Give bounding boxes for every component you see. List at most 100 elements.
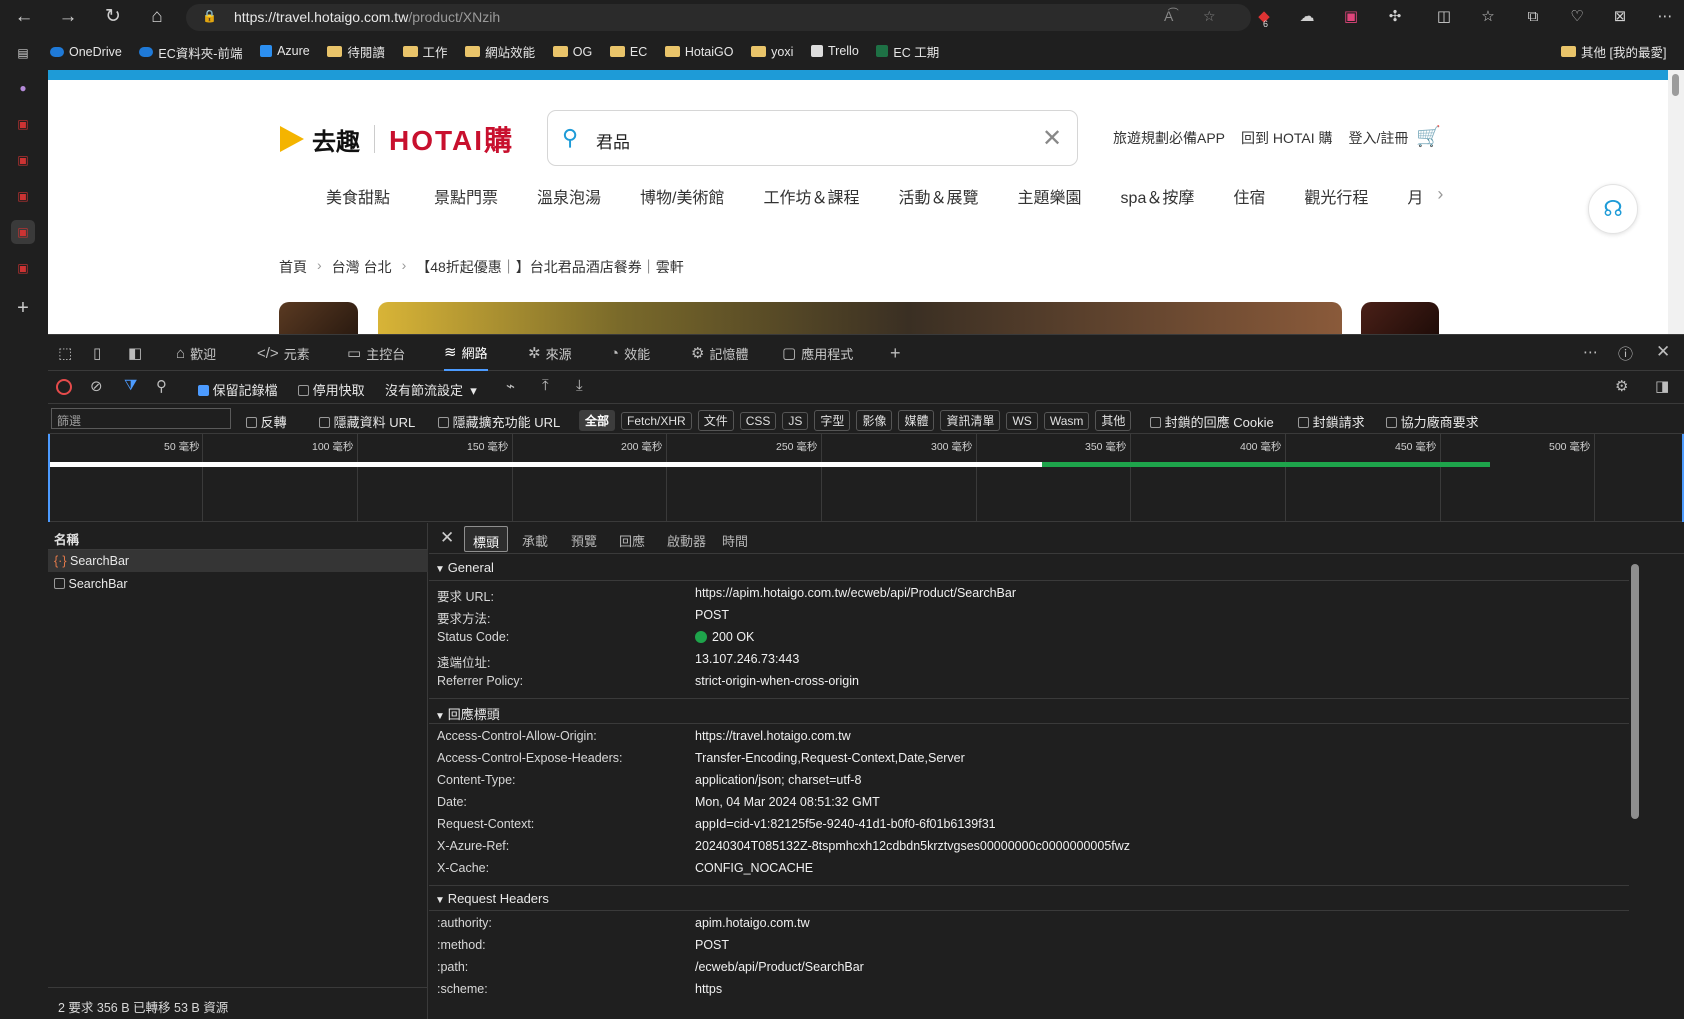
filter-type-media[interactable]: 媒體 [898,410,935,431]
screenshot-icon[interactable]: ⊠ [1609,6,1631,28]
filter-input[interactable]: 篩選 [51,408,231,429]
third-party-checkbox[interactable]: 協力廠商要求 [1386,412,1479,431]
gallery-main-image[interactable] [378,302,1342,334]
import-har-icon[interactable]: ⤒ [542,377,549,394]
login-link[interactable]: 登入/註冊 [1349,128,1409,148]
health-icon[interactable]: ♡ [1566,6,1588,28]
filter-type-doc[interactable]: 文件 [697,410,734,431]
blocked-requests-checkbox[interactable]: 封鎖請求 [1298,412,1365,431]
detail-scrollbar[interactable] [1631,562,1639,1018]
address-bar[interactable]: 🔒 https://travel.hotaigo.com.tw/product/… [186,4,1251,31]
favorites-icon[interactable]: ☆ [1477,6,1499,28]
app-link[interactable]: 旅遊規劃必備APP [1113,128,1225,148]
sidebar-tab-icon[interactable]: ▣ [11,220,35,244]
back-icon[interactable]: ← [12,5,36,29]
invert-checkbox[interactable]: 反轉 [246,412,287,431]
timeline-selection-frame[interactable] [48,434,1684,522]
bookmark-folder-hotaigo[interactable]: HotaiGO [664,38,734,66]
bookmark-trello[interactable]: Trello [810,37,859,65]
sidebar-tab-icon[interactable]: ▣ [11,184,35,208]
tab-performance[interactable]: ◔ 效能 [610,335,650,371]
more-menu-icon[interactable]: ⋯ [1654,6,1676,28]
sidebar-tab-icon[interactable]: ▣ [11,256,35,280]
bookmark-onedrive[interactable]: OneDrive [50,38,122,66]
preserve-log-checkbox[interactable]: 保留記錄檔 [198,380,278,399]
extensions-puzzle-icon[interactable]: ✣ [1384,6,1406,28]
bookmark-folder-reading[interactable]: 待閱讀 [327,38,385,66]
dock-side-icon[interactable]: ◧ [128,344,142,362]
cloud-extension-icon[interactable]: ☁ [1296,6,1318,28]
disable-cache-checkbox[interactable]: 停用快取 [298,380,365,399]
category-item[interactable]: 景點門票 [434,184,498,208]
category-item[interactable]: 月 [1407,184,1423,208]
category-item[interactable]: 住宿 [1233,184,1265,208]
device-emulation-icon[interactable]: ▯ [93,344,101,362]
filter-type-img[interactable]: 影像 [856,410,893,431]
tab-sources[interactable]: ✲ 來源 [528,335,572,371]
collections-icon[interactable]: ⧉ [1522,6,1544,28]
translate-extension-icon[interactable]: ▣ [1340,6,1362,28]
gallery-thumbnail[interactable] [279,302,358,334]
filter-type-manifest[interactable]: 資訊清單 [940,410,1001,431]
more-options-icon[interactable]: ⋯ [1583,343,1598,361]
tab-preview[interactable]: 預覽 [563,523,605,554]
filter-type-font[interactable]: 字型 [814,410,851,431]
tab-elements[interactable]: </> 元素 [257,335,310,371]
category-item[interactable]: 博物/美術館 [640,184,724,208]
tab-response[interactable]: 回應 [611,523,653,554]
forward-icon[interactable]: → [56,5,80,29]
category-item[interactable]: 工作坊＆課程 [764,184,860,208]
site-logo[interactable]: 去趣 HOTAI購 [280,122,514,156]
clear-icon[interactable]: ⊘ [90,377,103,395]
filter-type-ws[interactable]: WS [1006,412,1038,430]
add-tab-icon[interactable]: + [890,343,901,364]
category-item[interactable]: 美食甜點 [326,184,390,208]
export-har-icon[interactable]: ⤓ [576,377,583,394]
category-item[interactable]: 觀光行程 [1304,184,1368,208]
bookmark-folder-ec[interactable]: EC [609,38,647,66]
general-section-header[interactable]: General [429,555,1629,581]
other-favorites-folder[interactable]: 其他 [我的最愛] [1561,37,1666,65]
bookmark-folder-og[interactable]: OG [552,38,592,66]
detail-scrollbar-thumb[interactable] [1631,564,1639,819]
category-item[interactable]: 活動＆展覽 [899,184,979,208]
record-icon[interactable] [56,379,72,395]
request-headers-section-header[interactable]: Request Headers [429,885,1629,911]
refresh-icon[interactable]: ↻ [101,5,125,29]
response-headers-section-header[interactable]: 回應標頭 [429,698,1629,724]
category-item[interactable]: 溫泉泡湯 [537,184,601,208]
profile-icon[interactable]: ● [11,76,35,100]
tab-memory[interactable]: ⚙ 記憶體 [691,335,748,371]
hide-extension-urls-checkbox[interactable]: 隱藏擴充功能 URL [438,412,560,431]
filter-type-js[interactable]: JS [782,412,809,430]
gallery-thumbnail[interactable] [1361,302,1439,334]
tab-initiator[interactable]: 啟動器 [659,523,714,554]
breadcrumb-home[interactable]: 首頁 [279,257,307,277]
category-item[interactable]: 主題樂園 [1018,184,1082,208]
bookmark-folder-work[interactable]: 工作 [402,38,448,66]
tab-headers[interactable]: 標頭 [464,526,509,552]
clear-search-icon[interactable]: ✕ [1042,124,1062,153]
bookmark-folder-performance[interactable]: 網站效能 [465,38,535,66]
filter-type-other[interactable]: 其他 [1095,410,1132,431]
sidebar-tab-icon[interactable]: ▣ [11,112,35,136]
close-devtools-icon[interactable]: ✕ [1656,342,1670,362]
filter-type-all[interactable]: 全部 [579,410,616,431]
home-icon[interactable]: ⌂ [145,5,169,29]
close-detail-icon[interactable]: ✕ [440,528,454,548]
cart-icon[interactable]: 🛒 [1416,124,1441,149]
favorite-star-icon[interactable]: ☆ [1203,8,1216,25]
filter-type-wasm[interactable]: Wasm [1043,412,1090,430]
split-screen-icon[interactable]: ◫ [1433,6,1455,28]
help-icon[interactable]: ⓘ [1618,343,1633,364]
breadcrumb-region[interactable]: 台灣 台北 [332,257,392,277]
throttling-select[interactable]: 沒有節流設定 ▾ [385,380,477,399]
request-row[interactable]: SearchBar [48,573,428,595]
search-icon[interactable]: ⚲ [156,377,167,395]
bookmark-azure[interactable]: Azure [260,37,310,65]
settings-gear-icon[interactable]: ⚙ [1615,377,1628,395]
chevron-right-icon[interactable]: › [1437,184,1443,208]
bookmark-folder-yoxi[interactable]: yoxi [751,38,793,66]
filter-type-css[interactable]: CSS [739,412,777,430]
category-item[interactable]: spa＆按摩 [1121,184,1195,208]
